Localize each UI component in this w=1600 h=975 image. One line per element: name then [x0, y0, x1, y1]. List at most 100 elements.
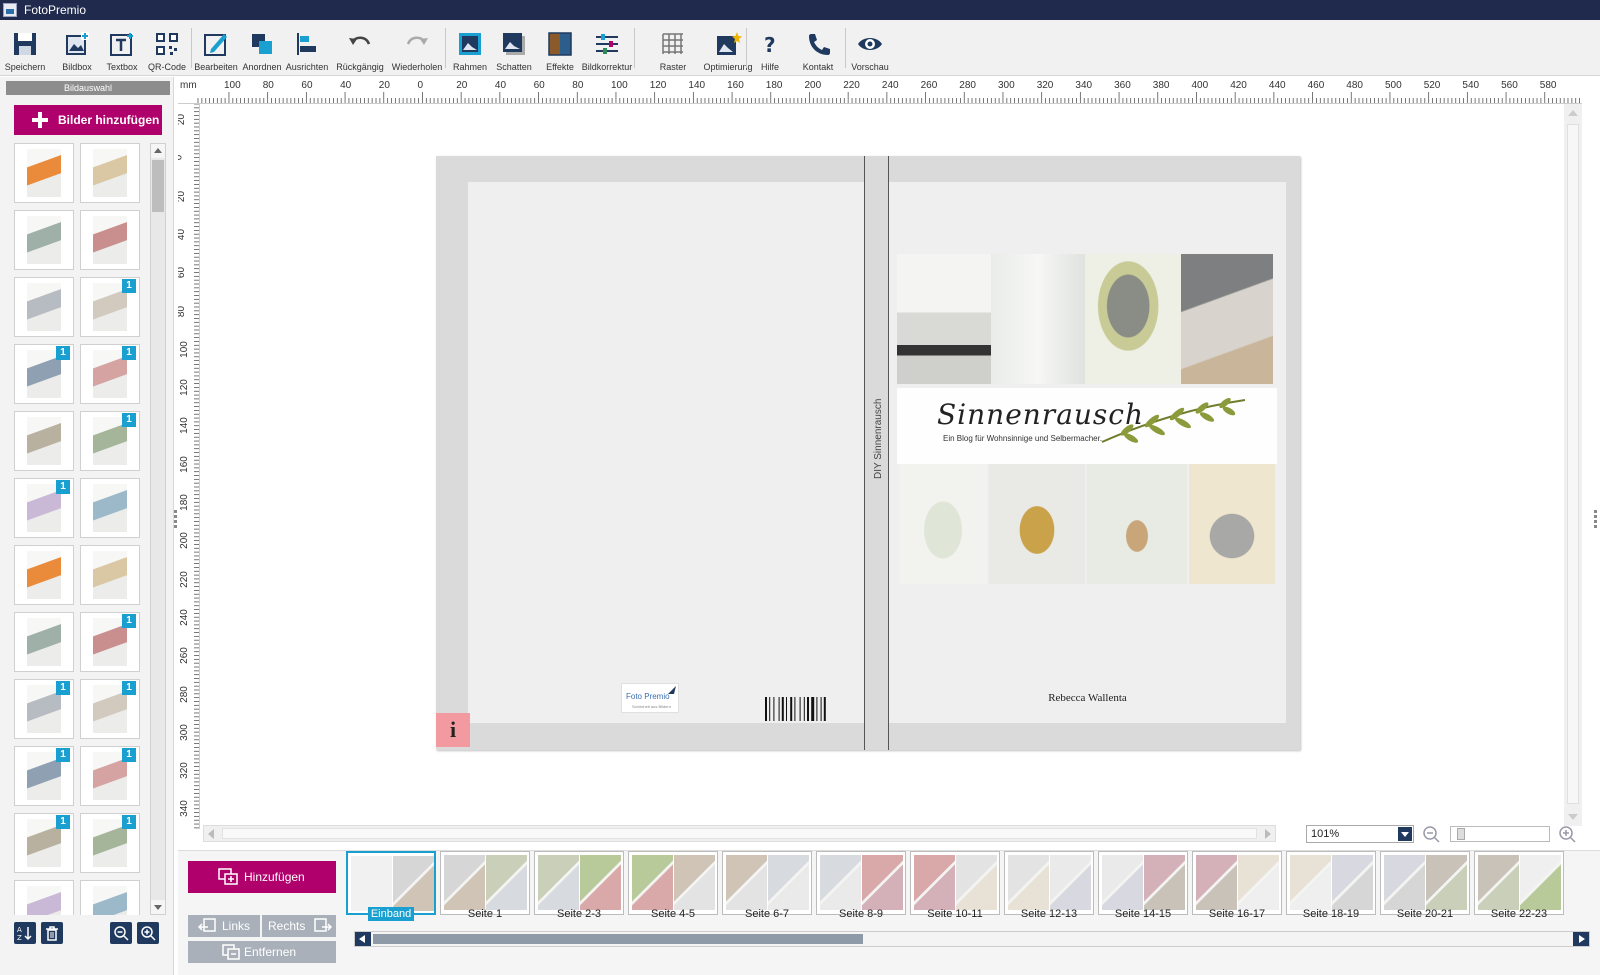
image-thumbnail[interactable]: 1: [80, 679, 140, 739]
undo-button[interactable]: Rückgängig: [335, 24, 385, 74]
image-thumbnail[interactable]: 1: [14, 478, 74, 538]
pages-panel-grip[interactable]: [872, 845, 898, 858]
image-thumbnail[interactable]: 1: [14, 344, 74, 404]
page-label[interactable]: Seite 8-9: [816, 908, 906, 920]
add-images-button[interactable]: Bilder hinzufügen: [14, 105, 162, 135]
image-thumbnail[interactable]: [14, 143, 74, 203]
remove-page-button[interactable]: Entfernen: [188, 941, 336, 963]
cover-photo-star[interactable]: [1189, 464, 1275, 584]
page-thumbnail[interactable]: [1474, 851, 1564, 915]
cover-photo-gold-bowl[interactable]: [989, 464, 1085, 584]
cover-photo-sofa[interactable]: [897, 254, 991, 384]
right-panel-grip[interactable]: [1594, 510, 1598, 534]
scroll-left-icon[interactable]: [355, 932, 371, 946]
page-label[interactable]: Seite 22-23: [1474, 908, 1564, 920]
page-thumbnail[interactable]: [346, 851, 436, 915]
delete-button[interactable]: [41, 922, 63, 944]
page-thumbnail[interactable]: [1192, 851, 1282, 915]
image-thumbnail[interactable]: 1: [80, 344, 140, 404]
pages-scrollbar[interactable]: [354, 931, 1590, 947]
align-button[interactable]: Ausrichten: [282, 24, 332, 74]
sort-button[interactable]: AZ: [14, 922, 36, 944]
page-thumbnail[interactable]: [1286, 851, 1376, 915]
page-label[interactable]: Seite 18-19: [1286, 908, 1376, 920]
design-canvas[interactable]: Foto Premio Schönheit aus Bildern DIY Si…: [201, 104, 1562, 826]
cover-photo-butterflies[interactable]: [1181, 254, 1273, 384]
zoom-select[interactable]: 101%: [1306, 825, 1414, 843]
image-thumbnail[interactable]: [14, 612, 74, 672]
save-button[interactable]: Speichern: [0, 24, 50, 74]
cover-photo-glass-dome[interactable]: [899, 464, 987, 584]
image-thumbnail[interactable]: [80, 478, 140, 538]
page-thumbnail[interactable]: [1004, 851, 1094, 915]
image-thumbnail[interactable]: [80, 545, 140, 605]
preview-button[interactable]: Vorschau: [845, 24, 895, 74]
page-label[interactable]: Seite 14-15: [1098, 908, 1188, 920]
image-thumbnail[interactable]: [14, 210, 74, 270]
page-thumbnail[interactable]: [1098, 851, 1188, 915]
page-thumbnail[interactable]: [534, 851, 624, 915]
page-label[interactable]: Seite 4-5: [628, 908, 718, 920]
image-thumbnail[interactable]: [14, 545, 74, 605]
grid-button[interactable]: Raster: [648, 24, 698, 74]
front-cover[interactable]: Sinnenrausch Ein Blog für Wohnsinnige un…: [889, 182, 1286, 723]
image-thumbnail[interactable]: 1: [14, 679, 74, 739]
page-thumbnail[interactable]: [440, 851, 530, 915]
move-right-button[interactable]: Rechts: [262, 915, 336, 937]
cover-photo-fern-vase[interactable]: [1087, 464, 1187, 584]
canvas-vertical-scrollbar[interactable]: [1564, 104, 1582, 826]
image-thumbnail[interactable]: 1: [14, 746, 74, 806]
image-thumbnail[interactable]: [80, 143, 140, 203]
title-banner[interactable]: Sinnenrausch Ein Blog für Wohnsinnige un…: [897, 388, 1277, 464]
scroll-down-icon[interactable]: [151, 900, 165, 914]
zoom-in-thumbs-button[interactable]: [137, 922, 159, 944]
image-thumbnail[interactable]: [14, 277, 74, 337]
scroll-thumb[interactable]: [373, 934, 863, 944]
scroll-thumb[interactable]: [222, 828, 1257, 839]
image-thumbnail[interactable]: 1: [80, 411, 140, 471]
page-thumbnail[interactable]: [722, 851, 812, 915]
image-thumbnail[interactable]: 1: [80, 746, 140, 806]
zoom-slider[interactable]: [1450, 826, 1550, 842]
scroll-up-icon[interactable]: [1566, 106, 1580, 120]
page-label[interactable]: Seite 20-21: [1380, 908, 1470, 920]
image-correction-button[interactable]: Bildkorrektur: [582, 24, 632, 74]
page-thumbnail[interactable]: [910, 851, 1000, 915]
page-label[interactable]: Seite 6-7: [722, 908, 812, 920]
scroll-right-icon[interactable]: [1573, 932, 1589, 946]
cover-photo-vase[interactable]: [1085, 254, 1181, 384]
page-label[interactable]: Seite 1: [440, 908, 530, 920]
page-thumbnail[interactable]: [1380, 851, 1470, 915]
redo-button[interactable]: Wiederholen: [392, 24, 442, 74]
image-thumbnail[interactable]: 1: [80, 813, 140, 873]
zoom-slider-knob[interactable]: [1457, 828, 1465, 840]
image-thumbnail[interactable]: [14, 880, 74, 915]
zoom-out-icon[interactable]: [1422, 825, 1440, 843]
zoom-in-icon[interactable]: [1558, 825, 1576, 843]
scroll-thumb[interactable]: [1567, 124, 1579, 804]
thumbnail-scrollbar[interactable]: [150, 143, 166, 915]
add-page-button[interactable]: Hinzufügen: [188, 861, 336, 893]
page-thumbnail[interactable]: [628, 851, 718, 915]
page-label[interactable]: Seite 10-11: [910, 908, 1000, 920]
contact-button[interactable]: Kontakt: [793, 24, 843, 74]
page-label[interactable]: Seite 2-3: [534, 908, 624, 920]
image-thumbnail[interactable]: 1: [14, 813, 74, 873]
image-thumbnail[interactable]: [14, 411, 74, 471]
cover-author[interactable]: Rebecca Wallenta: [889, 692, 1286, 704]
image-thumbnail[interactable]: 1: [80, 277, 140, 337]
scroll-down-icon[interactable]: [1566, 810, 1580, 824]
image-thumbnail[interactable]: [80, 880, 140, 915]
scroll-thumb[interactable]: [152, 160, 164, 212]
chevron-down-icon[interactable]: [1398, 827, 1412, 841]
page-label[interactable]: Einband: [346, 907, 436, 921]
page-label[interactable]: Seite 16-17: [1192, 908, 1282, 920]
scroll-up-icon[interactable]: [151, 144, 165, 158]
page-thumbnail[interactable]: [816, 851, 906, 915]
cover-spread[interactable]: Foto Premio Schönheit aus Bildern DIY Si…: [436, 156, 1300, 750]
image-thumbnail[interactable]: 1: [80, 612, 140, 672]
move-left-button[interactable]: Links: [188, 915, 260, 937]
image-thumbnail[interactable]: [80, 210, 140, 270]
zoom-out-thumbs-button[interactable]: [110, 922, 132, 944]
cover-photo-jars[interactable]: [991, 254, 1085, 384]
